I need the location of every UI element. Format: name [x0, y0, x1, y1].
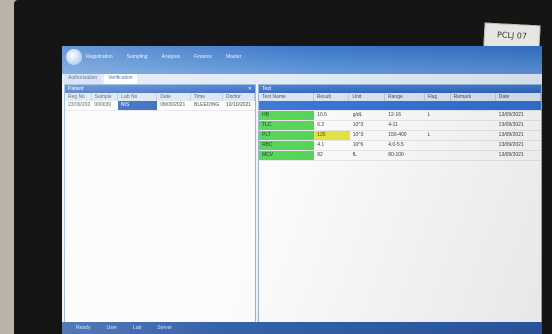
main-menu: Registration Sampling Analysis Finance M…	[86, 54, 241, 60]
table-cell: MCV	[259, 151, 315, 160]
patient-panel: Patient ✕ Reg No Sample Lab No Date Time…	[64, 84, 256, 334]
menu-item-master[interactable]: Master	[226, 54, 241, 60]
table-cell: 10^6	[352, 142, 364, 148]
table-row[interactable]: MCV 82 fL 80-100 13/09/2021	[259, 151, 541, 161]
table-cell: NIS	[117, 101, 158, 110]
table-cell	[450, 121, 495, 130]
table-row[interactable]: TLC 6.2 10^3 4-11 13/09/2021	[259, 121, 541, 131]
table-cell	[450, 131, 495, 140]
table-cell: 13/09/2021	[498, 152, 524, 158]
view-tabs: Authorisation Verification	[62, 74, 542, 84]
table-cell: 12-16	[388, 112, 402, 118]
column-header[interactable]: Time	[191, 93, 224, 101]
menu-item-finance[interactable]: Finance	[194, 54, 212, 60]
table-cell: g/dL	[352, 112, 363, 118]
app-orb-button[interactable]	[66, 49, 82, 65]
monitor-screen: Registration Sampling Analysis Finance M…	[62, 46, 542, 334]
column-header[interactable]: Doctor	[223, 93, 255, 101]
table-cell: 23/09/2021	[68, 102, 92, 108]
table-row[interactable]: 23/09/2021 000039 NIS 08/09/2021 BLEEDIN…	[65, 101, 255, 111]
table-cell: 4-11	[388, 122, 398, 128]
status-bar: Ready User Lab Server	[62, 322, 542, 334]
table-cell: 10/10/2021	[226, 102, 252, 108]
table-cell: 13/09/2021	[498, 142, 524, 148]
table-row[interactable]: RBC 4.1 10^6 4.0-5.5 13/09/2021	[259, 141, 541, 151]
table-cell: 10^3	[352, 122, 364, 128]
close-icon[interactable]: ✕	[248, 85, 252, 93]
patient-panel-title: Patient ✕	[65, 85, 255, 93]
column-header[interactable]: Lab No	[118, 93, 158, 101]
status-item: Server	[157, 325, 173, 331]
table-cell	[450, 111, 495, 120]
table-cell: PLT	[259, 131, 315, 140]
column-header[interactable]: Flag	[425, 93, 451, 101]
table-cell	[450, 141, 495, 150]
table-cell: 80-100	[388, 152, 404, 158]
table-cell: 10.5	[317, 112, 327, 118]
table-cell: fL	[352, 152, 357, 158]
column-header[interactable]: Result	[314, 93, 350, 101]
menu-item-registration[interactable]: Registration	[86, 54, 113, 60]
table-cell: 6.2	[317, 122, 325, 128]
column-header[interactable]: Date	[496, 93, 541, 101]
menu-item-analysis[interactable]: Analysis	[162, 54, 181, 60]
tab-authorisation[interactable]: Authorisation	[64, 74, 102, 84]
table-row[interactable]: HB 10.5 g/dL 12-16 L 13/09/2021	[259, 111, 541, 121]
table-cell: 08/09/2021	[160, 102, 186, 108]
table-cell	[259, 101, 315, 110]
column-header[interactable]: Reg No	[65, 93, 92, 101]
test-table-header: Test Name Result Unit Range Flag Remark …	[259, 93, 541, 101]
table-cell	[425, 141, 451, 150]
column-header[interactable]: Range	[385, 93, 425, 101]
table-cell: 82	[317, 152, 323, 158]
table-cell: HB	[259, 111, 315, 120]
table-cell: L	[427, 132, 431, 138]
menu-item-sampling[interactable]: Sampling	[127, 54, 148, 60]
test-panel: Test Test Name Result Unit Range Flag Re…	[258, 84, 542, 334]
column-header[interactable]: Remark	[451, 93, 496, 101]
table-cell: 13/09/2021	[498, 132, 524, 138]
column-header[interactable]: Date	[157, 93, 192, 101]
column-header[interactable]: Unit	[349, 93, 386, 101]
status-item: Lab	[133, 325, 142, 331]
table-cell: 120	[314, 131, 350, 140]
status-item: User	[106, 325, 118, 331]
table-row[interactable]	[259, 101, 541, 111]
table-cell: 150-400	[388, 132, 407, 138]
table-cell	[425, 121, 451, 130]
table-cell: RBC	[259, 141, 315, 150]
test-panel-title: Test	[259, 85, 541, 93]
patient-table-header: Reg No Sample Lab No Date Time Doctor	[65, 93, 255, 101]
table-cell: 000039	[94, 102, 112, 108]
column-header[interactable]: Test Name	[259, 93, 314, 101]
table-cell: 4.1	[317, 142, 325, 148]
table-row[interactable]: PLT 120 10^3 150-400 L 13/09/2021	[259, 131, 541, 141]
table-cell: 4.0-5.5	[388, 142, 404, 148]
column-header[interactable]: Sample	[92, 93, 119, 101]
table-cell: TLC	[259, 121, 315, 130]
table-cell: 13/09/2021	[498, 122, 524, 128]
app-ribbon: Registration Sampling Analysis Finance M…	[62, 46, 542, 74]
table-cell	[450, 151, 495, 160]
table-cell	[425, 151, 451, 160]
status-item: Ready	[76, 325, 91, 331]
table-cell: 13/09/2021	[498, 112, 524, 118]
table-cell: 10^3	[352, 132, 364, 138]
tab-verification[interactable]: Verification	[104, 74, 137, 84]
table-cell: L	[427, 112, 431, 118]
table-cell: BLEEDING	[194, 102, 220, 108]
